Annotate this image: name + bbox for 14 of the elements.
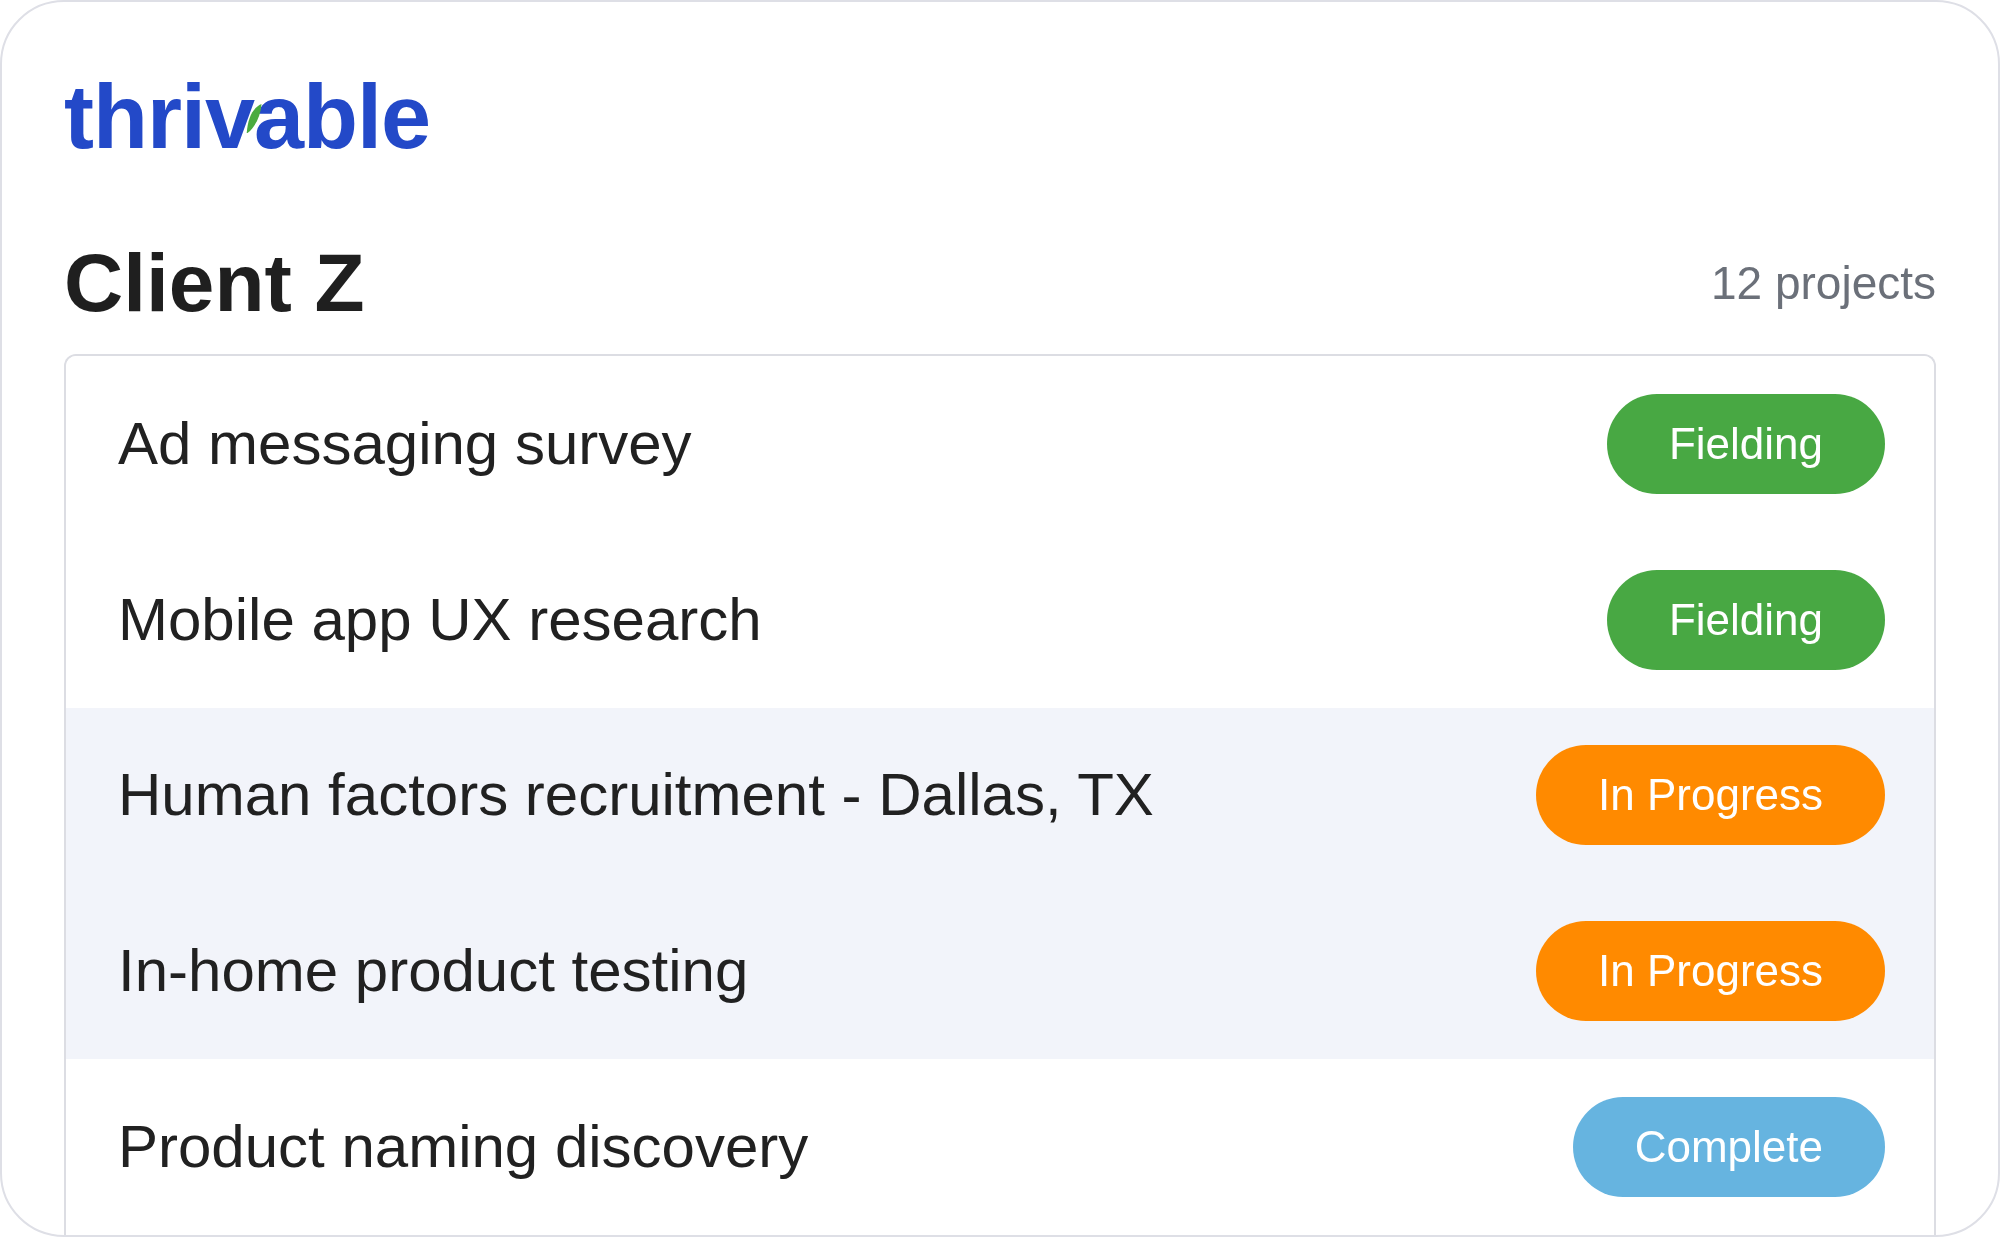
project-name: Ad messaging survey bbox=[118, 413, 692, 474]
project-name: Human factors recruitment - Dallas, TX bbox=[118, 765, 1154, 826]
status-badge: In Progress bbox=[1536, 921, 1885, 1022]
brand-logo: thrivable bbox=[64, 72, 431, 162]
project-row[interactable]: In-home product testing In Progress bbox=[66, 883, 1934, 1060]
status-badge: Complete bbox=[1572, 1097, 1885, 1198]
status-badge: In Progress bbox=[1536, 745, 1885, 846]
project-name: Product naming discovery bbox=[118, 1117, 809, 1178]
project-name: Mobile app UX research bbox=[118, 589, 762, 650]
status-badge: Fielding bbox=[1606, 569, 1885, 670]
client-title: Client Z bbox=[64, 242, 365, 324]
project-row[interactable]: Human factors recruitment - Dallas, TX In Progress bbox=[66, 707, 1934, 884]
project-name: In-home product testing bbox=[118, 941, 749, 1002]
status-badge: Fielding bbox=[1606, 393, 1885, 494]
